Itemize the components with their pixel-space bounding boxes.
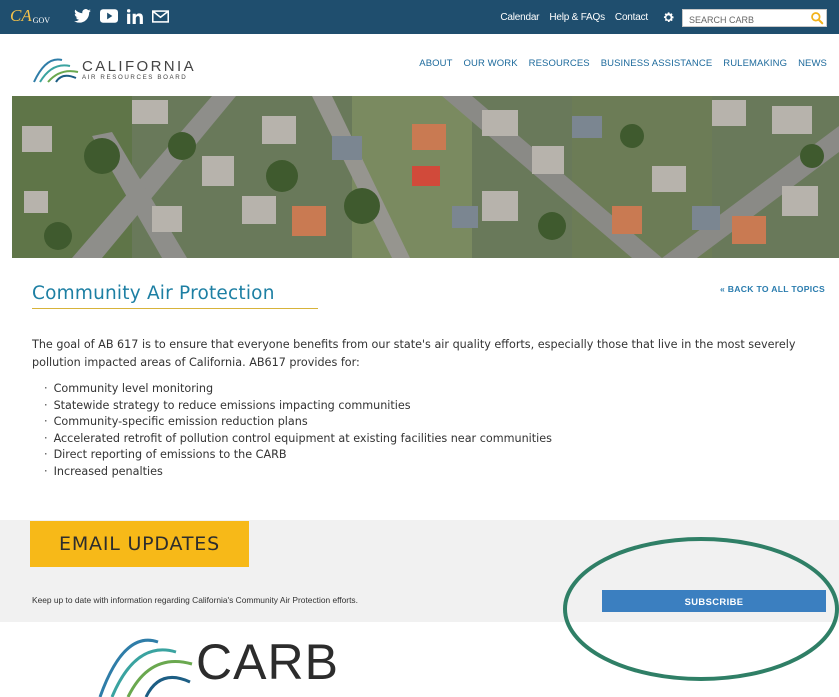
carb-footer-logo: CARB — [94, 622, 364, 697]
title-underline — [32, 308, 318, 309]
hero-image — [12, 96, 839, 258]
linkedin-icon[interactable] — [127, 8, 143, 24]
list-item: Accelerated retrofit of pollution contro… — [44, 431, 552, 448]
logo-wordmark: CALIFORNIA — [82, 58, 197, 75]
nav-business-assistance[interactable]: BUSINESS ASSISTANCE — [601, 58, 713, 69]
intro-paragraph: The goal of AB 617 is to ensure that eve… — [32, 338, 796, 369]
nav-news[interactable]: NEWS — [798, 58, 827, 69]
carb-arcs-logo-mark — [33, 58, 79, 83]
social-links — [74, 6, 169, 26]
calendar-link[interactable]: Calendar — [500, 12, 539, 23]
list-item: Increased penalties — [44, 464, 552, 481]
footer-logo-text: CARB — [196, 634, 339, 690]
search-input[interactable] — [683, 12, 803, 28]
ca-gov-logo[interactable]: CAGOV — [10, 6, 50, 29]
logo-subtitle: AIR RESOURCES BOARD — [82, 74, 188, 81]
provisions-list: Community level monitoring Statewide str… — [44, 381, 552, 480]
ca-gov-logo-suffix: GOV — [32, 16, 51, 25]
twitter-icon[interactable] — [74, 9, 91, 23]
list-item: Direct reporting of emissions to the CAR… — [44, 447, 552, 464]
search-icon[interactable] — [810, 11, 824, 30]
youtube-icon[interactable] — [100, 9, 118, 23]
carb-header-logo[interactable]: CALIFORNIA AIR RESOURCES BOARD — [32, 50, 212, 84]
search-box — [682, 9, 827, 30]
email-updates-heading: EMAIL UPDATES — [30, 521, 249, 567]
list-item: Community-specific emission reduction pl… — [44, 414, 552, 431]
gear-icon[interactable] — [662, 11, 675, 24]
nav-about[interactable]: ABOUT — [419, 58, 452, 69]
top-utility-bar: CAGOV Calendar Help & FAQs Contact — [0, 0, 839, 34]
list-item: Statewide strategy to reduce emissions i… — [44, 398, 552, 415]
list-item: Community level monitoring — [44, 381, 552, 398]
contact-link[interactable]: Contact — [615, 12, 648, 23]
utility-links: Calendar Help & FAQs Contact — [500, 0, 675, 34]
ca-gov-logo-text: CA — [10, 6, 32, 25]
nav-rulemaking[interactable]: RULEMAKING — [723, 58, 787, 69]
main-nav: ABOUT OUR WORK RESOURCES BUSINESS ASSIST… — [419, 58, 827, 69]
nav-our-work[interactable]: OUR WORK — [464, 58, 518, 69]
help-faqs-link[interactable]: Help & FAQs — [549, 12, 605, 23]
email-updates-description: Keep up to date with information regardi… — [32, 595, 358, 605]
hero-aerial-neighborhood-illustration — [12, 96, 839, 258]
email-icon[interactable] — [152, 9, 169, 23]
nav-resources[interactable]: RESOURCES — [529, 58, 590, 69]
page-title: Community Air Protection — [32, 283, 275, 304]
back-to-all-topics-link[interactable]: « BACK TO ALL TOPICS — [720, 284, 825, 294]
carb-arcs-logo-mark — [98, 638, 193, 697]
subscribe-button[interactable]: SUBSCRIBE — [602, 590, 826, 612]
